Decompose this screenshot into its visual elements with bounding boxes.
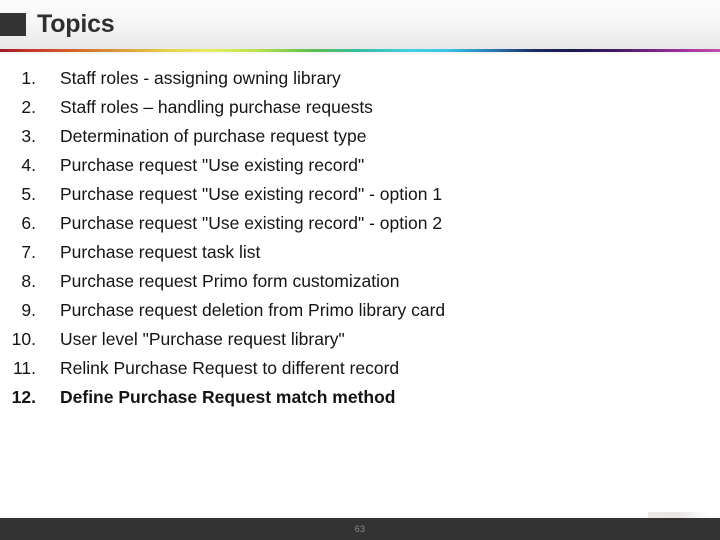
list-item: 5. Purchase request "Use existing record"… [0, 180, 720, 209]
list-item-number: 12. [11, 387, 36, 407]
list-item: 11. Relink Purchase Request to different … [0, 354, 720, 383]
slide: Topics 1. Staff roles - assigning owning … [0, 0, 720, 540]
topic-list: 1. Staff roles - assigning owning library… [0, 64, 720, 412]
page-number: 63 [354, 524, 366, 534]
list-item-number: 11. [12, 358, 36, 378]
list-item: 1. Staff roles - assigning owning library [0, 64, 720, 93]
list-item-label: Purchase request "Use existing record" -… [60, 184, 443, 204]
list-item-number: 1. [21, 68, 36, 88]
list-item: 2. Staff roles – handling purchase reques… [0, 93, 720, 122]
list-item-number: 2. [21, 97, 36, 117]
page-title: Topics [37, 10, 115, 38]
list-item: 9. Purchase request deletion from Primo l… [0, 296, 720, 325]
list-item-label: Purchase request task list [60, 242, 261, 262]
list-item-label: Purchase request "Use existing record" -… [60, 213, 443, 233]
list-item: 4. Purchase request "Use existing record" [0, 151, 720, 180]
list-item-label: Staff roles – handling purchase requests [60, 97, 373, 117]
footer-bar: 63 [0, 518, 720, 540]
list-item-label: Purchase request "Use existing record" [60, 155, 365, 175]
list-item-number: 10. [11, 329, 36, 349]
slide-header: Topics [0, 0, 720, 49]
list-item-number: 5. [21, 184, 36, 204]
list-item-label: Purchase request deletion from Primo lib… [60, 300, 446, 320]
list-item-number: 6. [21, 213, 36, 233]
list-item-label: Define Purchase Request match method [60, 387, 396, 407]
list-item-label: User level "Purchase request library" [60, 329, 345, 349]
list-item-label: Staff roles - assigning owning library [60, 68, 341, 88]
rule-shadow [0, 52, 720, 54]
list-item-number: 8. [21, 271, 36, 291]
list-item: 8. Purchase request Primo form customizat… [0, 267, 720, 296]
list-item-label: Relink Purchase Request to different rec… [60, 358, 400, 378]
list-item-number: 3. [21, 126, 36, 146]
list-item: 7. Purchase request task list [0, 238, 720, 267]
list-item-number: 7. [21, 242, 36, 262]
header-square-mark [0, 13, 26, 36]
list-item: 3. Determination of purchase request type [0, 122, 720, 151]
list-item: 10. User level "Purchase request library" [0, 325, 720, 354]
list-item-number: 4. [21, 155, 36, 175]
list-item-number: 9. [21, 300, 36, 320]
list-item-label: Determination of purchase request type [60, 126, 367, 146]
list-item: 12. Define Purchase Request match method [0, 383, 720, 412]
list-item: 6. Purchase request "Use existing record"… [0, 209, 720, 238]
list-item-label: Purchase request Primo form customizatio… [60, 271, 400, 291]
